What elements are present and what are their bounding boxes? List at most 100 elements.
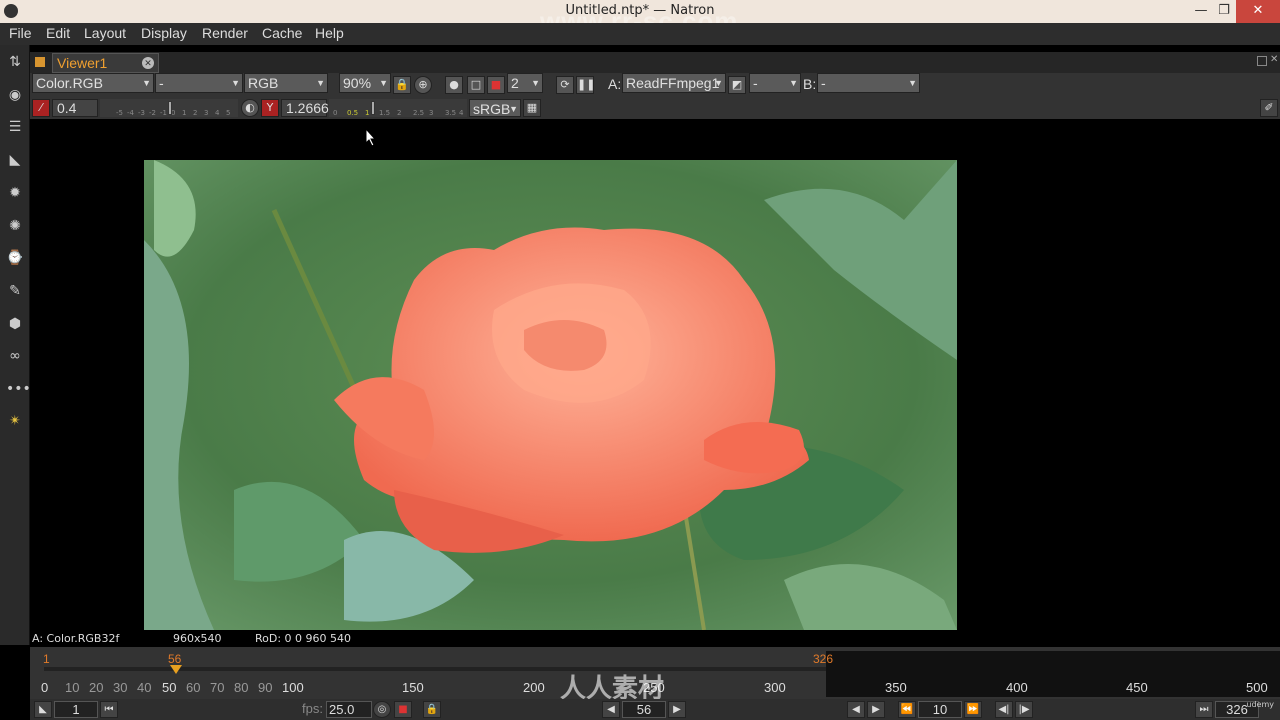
gain-toggle-icon[interactable]: ⁄ xyxy=(32,99,50,117)
gain-slider-handle[interactable] xyxy=(168,101,172,115)
clip-to-project-icon[interactable]: ● xyxy=(445,76,463,94)
input-a-label: A: xyxy=(608,76,622,92)
next-keyframe-icon[interactable]: |▶ xyxy=(1015,701,1033,718)
tick-label: 150 xyxy=(402,680,424,695)
layer-select[interactable]: Color.RGB ▼ xyxy=(32,73,154,93)
plugins-icon[interactable]: ✴ xyxy=(6,413,24,429)
zoom-select[interactable]: 90% ▼ xyxy=(339,73,391,93)
tick-label: 20 xyxy=(89,680,104,695)
render-scale-icon[interactable]: ■ xyxy=(487,76,505,94)
tab-viewer1[interactable]: Viewer1 ✕ xyxy=(52,53,159,73)
fps-lock-icon[interactable]: ◎ xyxy=(373,701,391,718)
go-to-first-frame-icon[interactable]: ⏮ xyxy=(100,701,118,718)
menu-edit[interactable]: Edit xyxy=(46,25,70,41)
end-marker: 326 xyxy=(813,652,834,666)
menu-layout[interactable]: Layout xyxy=(84,25,126,41)
gain-slider[interactable]: -5 -4 -3 -2 -1 0 1 2 3 4 5 xyxy=(100,99,238,117)
playback-bar: ◣ 1 ⏮ fps: 25.0 ◎ ■ 🔒 ◀ 56 ▶ ◀ ▶ ⏪ 10 ⏩ … xyxy=(30,699,1280,720)
layers-icon[interactable]: ☰ xyxy=(6,119,24,135)
close-icon[interactable]: ✕ xyxy=(1236,0,1280,23)
close-pane-icon[interactable]: ✕ xyxy=(1270,54,1280,65)
float-pane-icon[interactable] xyxy=(1257,56,1267,66)
rose-image xyxy=(144,160,957,630)
set-in-point-icon[interactable]: ◣ xyxy=(34,701,52,718)
turbo-mode-icon[interactable]: ■ xyxy=(394,701,412,718)
pane-anchor-icon[interactable] xyxy=(35,57,45,67)
next-increment-icon[interactable]: ⏩ xyxy=(964,701,982,718)
fps-field[interactable]: 25.0 xyxy=(326,701,372,718)
previous-keyframe-icon[interactable]: ◀| xyxy=(995,701,1013,718)
tab-label: Viewer1 xyxy=(57,55,108,71)
tab-close-icon[interactable]: ✕ xyxy=(142,57,154,69)
channels-icon[interactable]: ⬢ xyxy=(6,316,24,332)
previous-increment-icon[interactable]: ⏪ xyxy=(898,701,916,718)
checkerboard-icon[interactable]: ▦ xyxy=(523,99,541,117)
tick-label: 450 xyxy=(1126,680,1148,695)
paint-icon[interactable]: ◣ xyxy=(6,152,24,168)
viewer-toolbar-top: Color.RGB ▼ - ▼ RGB ▼ 90% ▼ 🔒 ⊕ ● □ ■ 2 ▼ ⟳ ❚… xyxy=(30,73,1280,97)
tick-label: 50 xyxy=(162,680,177,695)
color-icon[interactable]: ✹ xyxy=(6,185,24,201)
current-frame-marker: 56 xyxy=(168,652,182,666)
playhead[interactable] xyxy=(170,665,182,674)
display-channels-select[interactable]: RGB ▼ xyxy=(244,73,328,93)
tick-label: 350 xyxy=(885,680,907,695)
timeline[interactable]: 1 56 326 0 10 20 30 40 50 60 70 80 90 10… xyxy=(30,647,1280,699)
transform-icon[interactable]: ⇅ xyxy=(6,54,24,70)
proxy-level-select[interactable]: 2 ▼ xyxy=(507,73,543,93)
gamma-slider[interactable]: 0 0.5 1 1.5 2 2.5 3 3.5 4 xyxy=(329,99,467,117)
playback-lock-icon[interactable]: 🔒 xyxy=(423,701,441,718)
tick-label: 10 xyxy=(65,680,80,695)
auto-contrast-icon[interactable]: ◐ xyxy=(241,99,259,117)
pause-icon[interactable]: ❚❚ xyxy=(576,76,595,94)
viewer-toolbar-bottom: ⁄ 0.4 -5 -4 -3 -2 -1 0 1 2 3 4 5 ◐ Y 1.2… xyxy=(30,97,1280,119)
gain-field[interactable]: 0.4 xyxy=(52,99,98,117)
gamma-slider-handle[interactable] xyxy=(371,101,375,115)
composite-icon[interactable]: ◩ xyxy=(728,76,746,94)
gamma-toggle-icon[interactable]: Y xyxy=(261,99,279,117)
step-back-icon[interactable]: ◀ xyxy=(602,701,620,718)
menu-help[interactable]: Help xyxy=(315,25,344,41)
tick-label: 200 xyxy=(523,680,545,695)
go-to-last-frame-icon[interactable]: ⏭ xyxy=(1195,701,1213,718)
step-forward-icon[interactable]: ▶ xyxy=(668,701,686,718)
info-resolution: 960x540 xyxy=(173,632,222,645)
more-icon[interactable]: ••• xyxy=(6,381,31,397)
image-icon[interactable]: ◉ xyxy=(6,87,24,103)
info-rod: RoD: 0 0 960 540 xyxy=(255,632,352,645)
current-frame-field[interactable]: 56 xyxy=(622,701,666,718)
tick-label: 100 xyxy=(282,680,304,695)
viewer-image xyxy=(144,160,957,630)
alpha-channel-select[interactable]: - ▼ xyxy=(155,73,243,93)
tick-label: 400 xyxy=(1006,680,1028,695)
composite-op-select[interactable]: - ▼ xyxy=(749,73,801,93)
merge-icon[interactable]: ✎ xyxy=(6,283,24,299)
colorspace-select[interactable]: sRGB ▼ xyxy=(469,99,521,117)
menu-render[interactable]: Render xyxy=(202,25,248,41)
refresh-icon[interactable]: ⟳ xyxy=(556,76,574,94)
tick-label: 80 xyxy=(234,680,249,695)
input-a-select[interactable]: ReadFFmpeg1 ▼ xyxy=(622,73,726,93)
viewer-info-bar: A: Color.RGB32f 960x540 RoD: 0 0 960 540 xyxy=(30,631,1280,647)
lock-zoom-icon[interactable]: 🔒 xyxy=(393,76,411,94)
input-b-select[interactable]: - ▼ xyxy=(817,73,920,93)
play-backward-icon[interactable]: ◀ xyxy=(847,701,865,718)
start-marker: 1 xyxy=(43,652,50,666)
menu-file[interactable]: File xyxy=(9,25,32,41)
region-of-interest-icon[interactable]: □ xyxy=(467,76,485,94)
sync-viewers-icon[interactable]: ⊕ xyxy=(414,76,432,94)
keyer-icon[interactable]: ⌚ xyxy=(6,250,24,266)
tick-label: 250 xyxy=(643,680,665,695)
menu-cache[interactable]: Cache xyxy=(262,25,302,41)
menu-display[interactable]: Display xyxy=(141,25,187,41)
gamma-field[interactable]: 1.2666 xyxy=(281,99,329,117)
views-icon[interactable]: ∞ xyxy=(6,348,24,364)
mouse-cursor-icon xyxy=(365,128,377,147)
frame-increment-field[interactable]: 10 xyxy=(918,701,962,718)
play-forward-icon[interactable]: ▶ xyxy=(867,701,885,718)
first-frame-field[interactable]: 1 xyxy=(54,701,98,718)
tick-label: 500 xyxy=(1246,680,1268,695)
color-picker-icon[interactable]: ✐ xyxy=(1260,99,1278,117)
filter-icon[interactable]: ✺ xyxy=(6,218,24,234)
fps-label: fps: xyxy=(302,701,323,716)
